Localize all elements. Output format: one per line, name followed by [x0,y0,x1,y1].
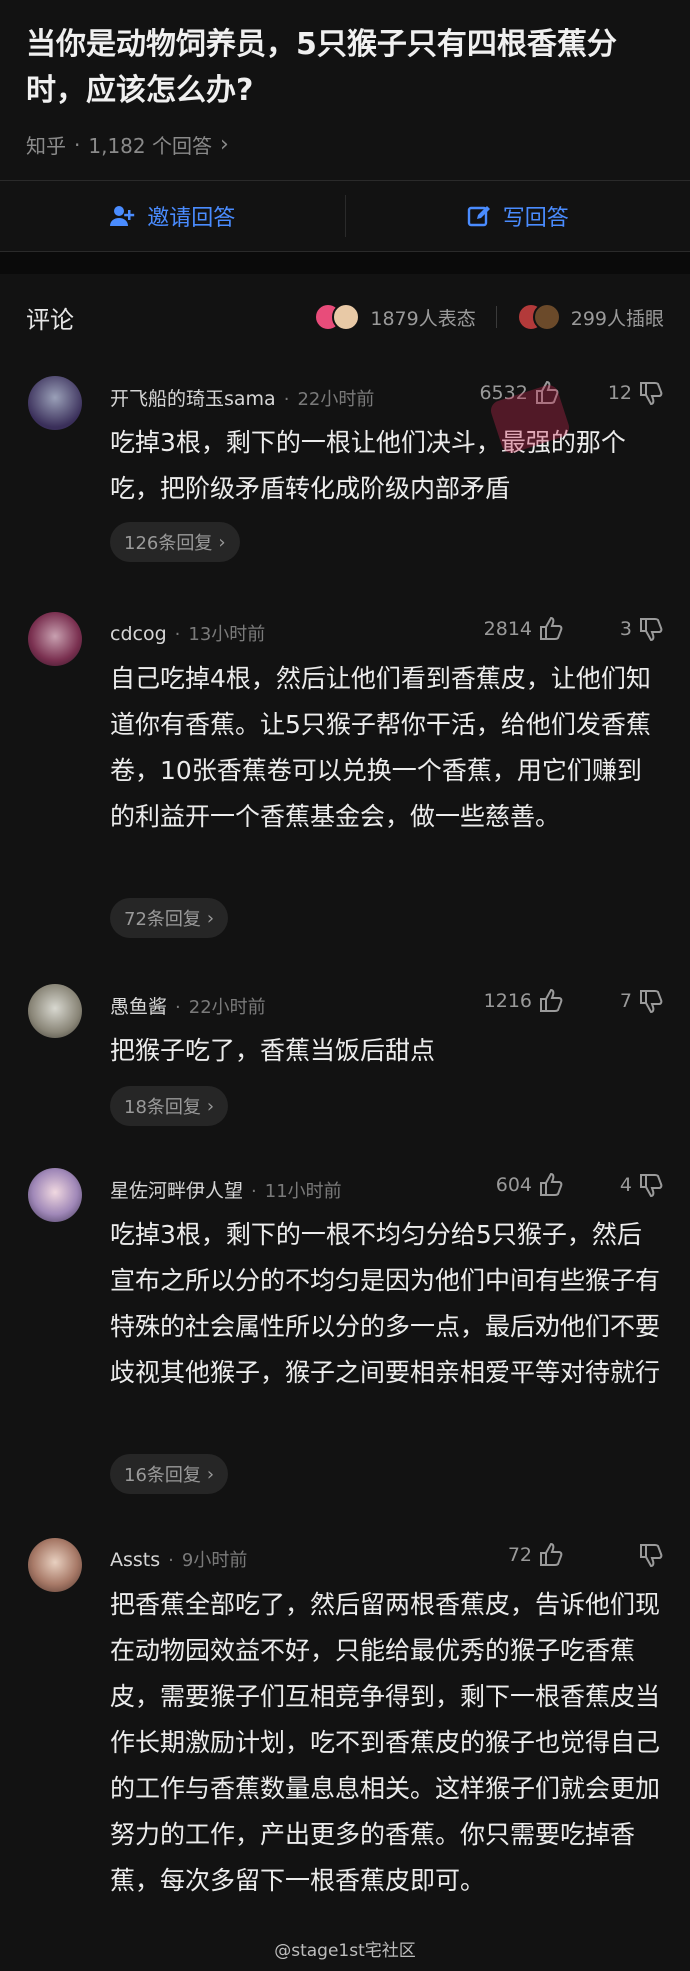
thumbs-up-icon[interactable] [538,616,564,642]
avatar[interactable] [28,1538,82,1592]
timestamp: 22小时前 [188,997,266,1018]
dislike-count: 12 [607,382,632,404]
invite-label: 邀请回答 [147,206,236,231]
comment-stats: 72 [508,1542,664,1568]
action-bar: 邀请回答 写回答 [0,180,690,252]
username[interactable]: 愚鱼酱 [110,992,167,1019]
chevron-right-icon: › [206,907,215,929]
thumbs-down-icon[interactable] [638,380,664,406]
meta-dot: · [251,1181,257,1202]
comment-header: 星佐河畔伊人望 · 11小时前 [110,1176,342,1203]
write-answer-button[interactable]: 写回答 [346,181,690,251]
like-count: 72 [507,1544,532,1566]
invite-answer-button[interactable]: 邀请回答 [0,181,345,251]
replies-button[interactable]: 126条回复 › [110,522,240,562]
meta-dot: · [283,389,290,410]
comment-text: 把猴子吃了，香蕉当饭后甜点 [110,1036,436,1065]
comment-header: cdcog · 13小时前 [110,620,265,646]
reactions-count: 1879人表态 [370,307,476,330]
edit-icon [467,206,490,227]
meta-dot: · [74,132,81,157]
question-meta[interactable]: 知乎 · 1,182 个回答 › [26,130,229,159]
timestamp: 11小时前 [264,1181,342,1202]
comment-stats: 2814 3 [484,616,664,642]
eye-avatars [516,303,561,331]
username[interactable]: 开飞船的琦玉sama [110,384,276,411]
thumbs-down-icon[interactable] [638,1172,664,1198]
section-gap [0,252,690,274]
comment-item: 星佐河畔伊人望 · 11小时前 604 4 吃掉3根，剩下的一根不均匀分给5只猴… [0,1168,690,1498]
avatar[interactable] [28,984,82,1038]
eye-emoji-icon [532,303,561,331]
meta-dot: · [175,997,181,1018]
thumbs-down-icon[interactable] [638,616,664,642]
chevron-right-icon: › [206,1095,215,1117]
source-label: 知乎 [26,134,66,158]
comment-text: 吃掉3根，剩下的一根不均匀分给5只猴子，然后宣布之所以分的不均匀是因为他们中间有… [110,1220,661,1387]
reaction-avatars [314,303,361,331]
add-user-icon [110,206,135,226]
comments-header: 评论 1879人表态 299人插眼 [0,274,690,360]
face-reaction-icon [332,303,361,331]
comment-stats: 1216 7 [484,988,664,1014]
dislike-count: 4 [619,1174,632,1196]
like-count: 604 [495,1174,532,1196]
username[interactable]: 星佐河畔伊人望 [110,1176,243,1203]
like-count: 2814 [483,618,532,640]
comment-item: 愚鱼酱 · 22小时前 1216 7 把猴子吃了，香蕉当饭后甜点 18条回复 › [0,984,690,1134]
chevron-right-icon: › [219,132,229,157]
insert-eye-count: 299人插眼 [570,307,664,330]
comment-header: 愚鱼酱 · 22小时前 [110,992,266,1019]
header-separator [495,306,497,328]
write-label: 写回答 [502,206,569,231]
username[interactable]: Assts [110,1549,160,1571]
comment-header: 开飞船的琦玉sama · 22小时前 [110,384,374,411]
timestamp: 22小时前 [297,389,375,410]
comment-text: 把香蕉全部吃了，然后留两根香蕉皮，告诉他们现在动物园效益不好，只能给最优秀的猴子… [110,1590,661,1895]
replies-button[interactable]: 16条回复 › [110,1454,229,1494]
answer-count[interactable]: 1,182 个回答 [88,130,212,159]
username[interactable]: cdcog [110,623,167,645]
dislike-count: 7 [619,990,632,1012]
avatar[interactable] [28,376,82,430]
reply-count: 126条回复 [124,533,213,554]
question-title: 当你是动物饲养员，5只猴子只有四根香蕉分时，应该怎么办? [26,27,617,108]
meta-dot: · [168,1550,174,1571]
comment-text: 自己吃掉4根，然后让他们看到香蕉皮，让他们知道你有香蕉。让5只猴子帮你干活，给他… [110,664,651,831]
meta-dot: · [174,624,181,645]
thumbs-up-icon[interactable] [538,1172,564,1198]
comment-header: Assts · 9小时前 [110,1546,247,1572]
comment-text: 吃掉3根，剩下的一根让他们决斗，最强的那个吃，把阶级矛盾转化成阶级内部矛盾 [110,428,626,503]
thumbs-down-icon[interactable] [638,1542,664,1568]
reply-count: 18条回复 [124,1097,201,1118]
chevron-right-icon: › [206,1463,215,1485]
thumbs-down-icon[interactable] [638,988,664,1014]
replies-button[interactable]: 18条回复 › [110,1086,229,1126]
timestamp: 9小时前 [181,1550,248,1571]
reply-count: 72条回复 [124,909,201,930]
comments-title: 评论 [26,305,74,334]
comment-item: Assts · 9小时前 72 把香蕉全部吃了，然后留两根香蕉皮，告诉他们现在动… [0,1538,690,1938]
reply-count: 16条回复 [124,1465,201,1486]
comment-item: cdcog · 13小时前 2814 3 自己吃掉4根，然后让他们看到香蕉皮，让… [0,612,690,942]
avatar[interactable] [28,1168,82,1222]
thumbs-up-icon[interactable] [538,988,564,1014]
header-stats[interactable]: 1879人表态 299人插眼 [314,303,664,331]
avatar[interactable] [28,612,82,666]
watermark: @stage1st宅社区 [274,1941,416,1961]
replies-button[interactable]: 72条回复 › [110,898,229,938]
timestamp: 13小时前 [188,624,266,645]
chevron-right-icon: › [218,531,226,553]
comment-item: 开飞船的琦玉sama · 22小时前 6532 12 吃掉3根，剩下的一根让他们… [0,376,690,576]
thumbs-up-icon[interactable] [538,1542,564,1568]
like-count: 1216 [483,990,532,1012]
dislike-count: 3 [619,618,632,640]
comment-stats: 604 4 [496,1172,664,1198]
